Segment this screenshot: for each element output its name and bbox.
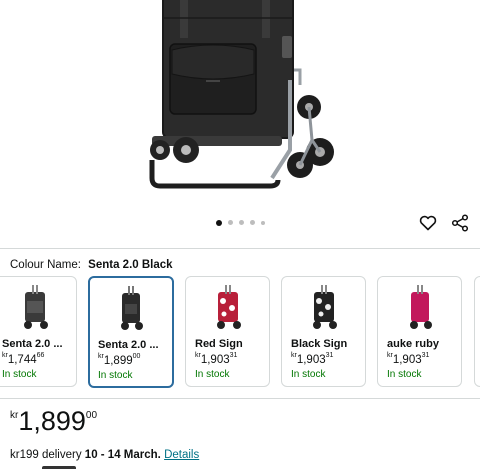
swatch-price: kr1,89900 <box>98 353 141 367</box>
delivery-details-link[interactable]: Details <box>164 449 199 461</box>
colour-label: Colour Name: <box>10 259 81 271</box>
colour-swatch[interactable]: auke ruby kr1,90331 In stock <box>377 276 462 387</box>
carousel-dot[interactable] <box>260 220 265 225</box>
delivery-fee: kr199 delivery <box>10 449 82 461</box>
price-currency: kr <box>10 410 19 421</box>
swatch-price: kr1,90331 <box>195 352 238 366</box>
carousel-dot[interactable] <box>249 220 255 225</box>
delivery-info: kr199 delivery 10 - 14 March. Details <box>10 449 199 461</box>
colour-swatch[interactable]: Black Sign kr1,90331 In stock <box>281 276 366 387</box>
colour-swatch-selected[interactable]: Senta 2.0 ... kr1,89900 In stock <box>88 276 174 388</box>
swatch-name: Black Sign <box>291 338 348 350</box>
swatch-stock-status: In stock <box>291 369 326 380</box>
swatch-thumbnail <box>90 284 172 334</box>
section-divider <box>0 248 480 249</box>
swatch-stock-status: In stock <box>387 369 422 380</box>
colour-name-row: Colour Name: Senta 2.0 Black <box>10 259 173 271</box>
product-image[interactable] <box>0 0 480 212</box>
swatch-stock-status: In stock <box>98 370 133 381</box>
colour-swatch-list: Senta 2.0 ... kr1,74466 In stock Senta 2… <box>0 276 462 388</box>
colour-swatch[interactable]: Senta 2.0 ... kr1,74466 In stock <box>0 276 77 387</box>
swatch-thumbnail <box>378 283 461 333</box>
price-fraction: 00 <box>85 410 98 421</box>
delivery-dates: 10 - 14 March. <box>84 449 161 461</box>
trolley-bag-image <box>149 0 334 189</box>
swatch-stock-status: In stock <box>195 369 230 380</box>
section-divider <box>0 398 480 399</box>
image-actions <box>418 213 470 233</box>
swatch-name: Senta 2.0 ... <box>2 338 63 350</box>
swatch-thumbnail <box>282 283 365 333</box>
swatch-name: Red Sign <box>195 338 243 350</box>
colour-swatch[interactable]: Red Sign kr1,90331 In stock <box>185 276 270 387</box>
carousel-dot[interactable] <box>238 220 244 225</box>
swatch-price: kr1,90331 <box>291 352 334 366</box>
swatch-name: Senta 2.0 ... <box>98 339 159 351</box>
swatch-thumbnail <box>186 283 269 333</box>
image-carousel-dots[interactable] <box>0 219 480 226</box>
carousel-dot[interactable] <box>215 219 222 226</box>
heart-icon[interactable] <box>418 213 438 233</box>
colour-value: Senta 2.0 Black <box>88 259 173 271</box>
share-icon[interactable] <box>450 213 470 233</box>
swatch-stock-status: In stock <box>2 369 37 380</box>
swatch-thumbnail <box>0 283 76 333</box>
swatch-price: kr1,90331 <box>387 352 430 366</box>
carousel-dot[interactable] <box>227 220 233 225</box>
product-price: kr1,89900 <box>10 408 97 435</box>
swatch-price: kr1,74466 <box>2 352 45 366</box>
colour-swatch-partial[interactable] <box>474 276 480 387</box>
swatch-name: auke ruby <box>387 338 439 350</box>
price-whole: 1,899 <box>18 406 86 436</box>
